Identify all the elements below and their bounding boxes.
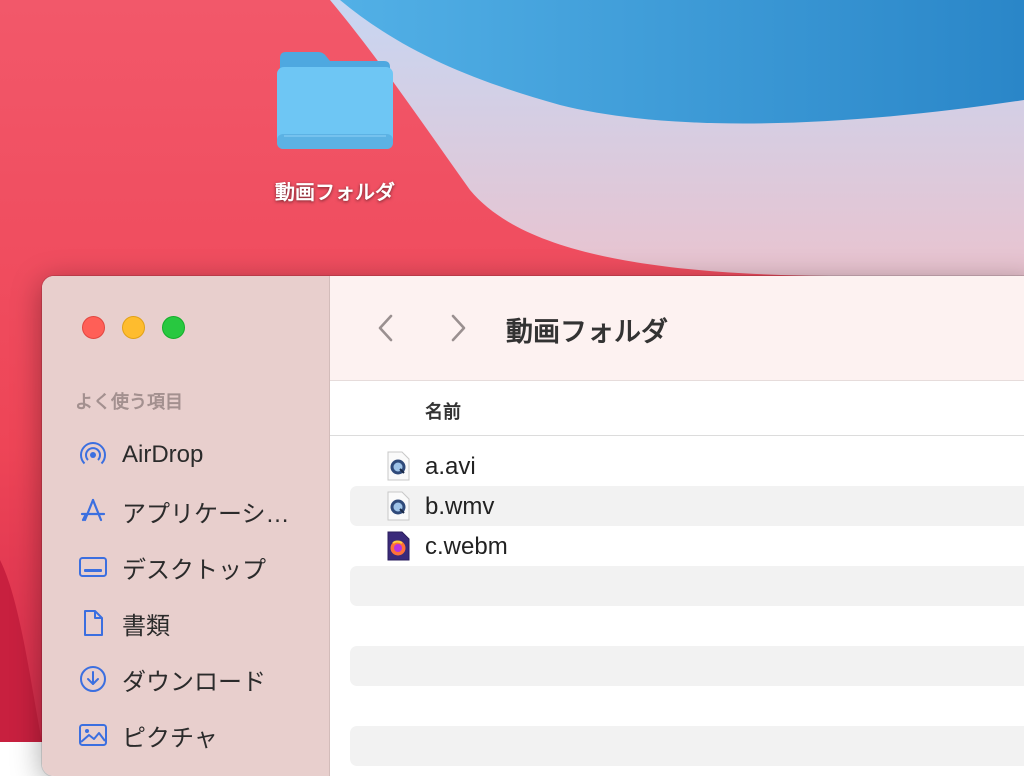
chevron-left-icon[interactable]	[372, 312, 400, 349]
zoom-button[interactable]	[162, 316, 185, 339]
file-list: a.avi b.wmv c.webm	[350, 446, 1024, 766]
chevron-right-icon[interactable]	[444, 312, 472, 349]
file-name: a.avi	[425, 453, 476, 480]
download-icon	[78, 664, 108, 694]
applications-icon	[78, 496, 108, 526]
sidebar-item-desktop[interactable]: デスクトップ	[78, 539, 323, 595]
document-icon	[78, 608, 108, 638]
firefox-file-icon	[385, 531, 411, 561]
sidebar-item-label: デスクトップ	[122, 556, 266, 584]
quicktime-file-icon	[385, 491, 411, 521]
desktop-folder[interactable]: 動画フォルダ	[255, 48, 415, 205]
sidebar-item-applications[interactable]: アプリケーシ…	[78, 483, 323, 539]
main-pane: 動画フォルダ 名前 a.avi b.wmv c.webm	[330, 276, 1024, 776]
column-header: 名前	[330, 381, 1024, 436]
file-row-b-wmv[interactable]: b.wmv	[350, 486, 1024, 526]
sidebar-item-airdrop[interactable]: AirDrop	[78, 427, 323, 483]
close-button[interactable]	[82, 316, 105, 339]
sidebar-item-label: AirDrop	[122, 441, 204, 468]
pictures-icon	[78, 720, 108, 750]
window-controls	[82, 316, 185, 339]
empty-row	[350, 606, 1024, 646]
empty-row	[350, 646, 1024, 686]
desktop-icon	[78, 552, 108, 582]
airdrop-icon	[78, 440, 108, 470]
sidebar-item-label: アプリケーシ…	[122, 500, 290, 528]
window-title: 動画フォルダ	[506, 317, 668, 347]
sidebar-list: AirDrop アプリケーシ… デスクトップ 書類 ダウンロード ピクチャ	[78, 427, 323, 763]
toolbar: 動画フォルダ	[330, 276, 1024, 381]
file-row-c-webm[interactable]: c.webm	[350, 526, 1024, 566]
sidebar-heading-favorites: よく使う項目	[75, 392, 183, 412]
file-name: b.wmv	[425, 493, 495, 520]
finder-window: よく使う項目 AirDrop アプリケーシ… デスクトップ 書類 ダウンロード …	[42, 276, 1024, 776]
column-header-name[interactable]: 名前	[425, 398, 461, 424]
sidebar-item-label: 書類	[122, 612, 170, 640]
empty-row	[350, 566, 1024, 606]
sidebar-item-downloads[interactable]: ダウンロード	[78, 651, 323, 707]
sidebar-item-label: ダウンロード	[122, 668, 266, 696]
desktop-folder-label: 動画フォルダ	[275, 182, 395, 204]
file-row-a-avi[interactable]: a.avi	[350, 446, 1024, 486]
file-name: c.webm	[425, 533, 508, 560]
empty-row	[350, 686, 1024, 726]
quicktime-file-icon	[385, 451, 411, 481]
sidebar-item-label: ピクチャ	[122, 724, 218, 752]
sidebar: よく使う項目 AirDrop アプリケーシ… デスクトップ 書類 ダウンロード …	[42, 276, 330, 776]
sidebar-item-documents[interactable]: 書類	[78, 595, 323, 651]
sidebar-item-pictures[interactable]: ピクチャ	[78, 707, 323, 763]
folder-icon	[277, 52, 393, 149]
empty-row	[350, 726, 1024, 766]
minimize-button[interactable]	[122, 316, 145, 339]
